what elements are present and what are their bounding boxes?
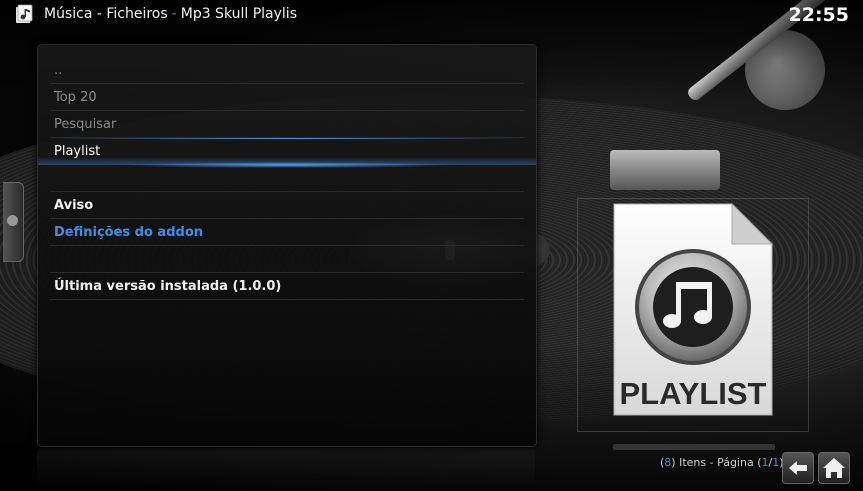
- items-text: ) Itens - Página (: [671, 456, 762, 469]
- home-button[interactable]: [818, 452, 850, 484]
- back-arrow-icon: [789, 461, 807, 475]
- scroll-indicator: [613, 444, 775, 450]
- breadcrumb-current: Mp3 Skull Playlis: [180, 6, 297, 22]
- list-item-label: Pesquisar: [54, 117, 117, 132]
- list-item-pesquisar[interactable]: Pesquisar: [38, 111, 536, 138]
- list-item-empty: [38, 165, 536, 192]
- header-bar: Música - Ficheiros - Mp3 Skull Playlis 22:…: [0, 0, 863, 30]
- list-item-playlist[interactable]: Playlist: [38, 138, 536, 168]
- side-menu-tab[interactable]: [3, 182, 24, 262]
- home-icon: [823, 458, 845, 478]
- thumbnail-caption: PLAYLIST: [620, 376, 767, 411]
- back-button[interactable]: [782, 452, 814, 484]
- breadcrumb-separator: -: [171, 6, 177, 22]
- breadcrumb: Música - Ficheiros - Mp3 Skull Playlis: [44, 6, 297, 22]
- list-item-top20[interactable]: Top 20: [38, 84, 536, 111]
- panel-reflection: [37, 448, 535, 488]
- playlist-thumbnail: PLAYLIST: [613, 202, 774, 416]
- list-item-label: ..: [54, 63, 63, 78]
- side-menu-dot-icon: [7, 215, 18, 226]
- list-item-aviso[interactable]: Aviso: [38, 192, 536, 219]
- list-item-empty: [38, 246, 536, 273]
- music-files-icon: [16, 4, 33, 23]
- list-item-label: Definições do addon: [54, 225, 204, 240]
- breadcrumb-root: Música - Ficheiros: [44, 6, 168, 22]
- list-item-parent[interactable]: ..: [38, 57, 536, 84]
- list-item-version[interactable]: Última versão instalada (1.0.0): [38, 273, 536, 300]
- list-item-label: Top 20: [54, 90, 97, 105]
- list-item-addon-settings[interactable]: Definições do addon: [38, 219, 536, 246]
- list-item-label: Última versão instalada (1.0.0): [54, 279, 282, 294]
- file-list-panel: .. Top 20 Pesquisar Playlist Aviso Defin…: [37, 44, 537, 447]
- item-page-info: (8) Itens - Página (1/1): [660, 456, 784, 469]
- clock: 22:55: [788, 4, 849, 26]
- list-item-label: Playlist: [54, 144, 101, 159]
- page-current: 1: [761, 456, 769, 469]
- list-item-label: Aviso: [54, 198, 94, 213]
- row-divider: [50, 299, 524, 300]
- selection-topline: [50, 138, 524, 139]
